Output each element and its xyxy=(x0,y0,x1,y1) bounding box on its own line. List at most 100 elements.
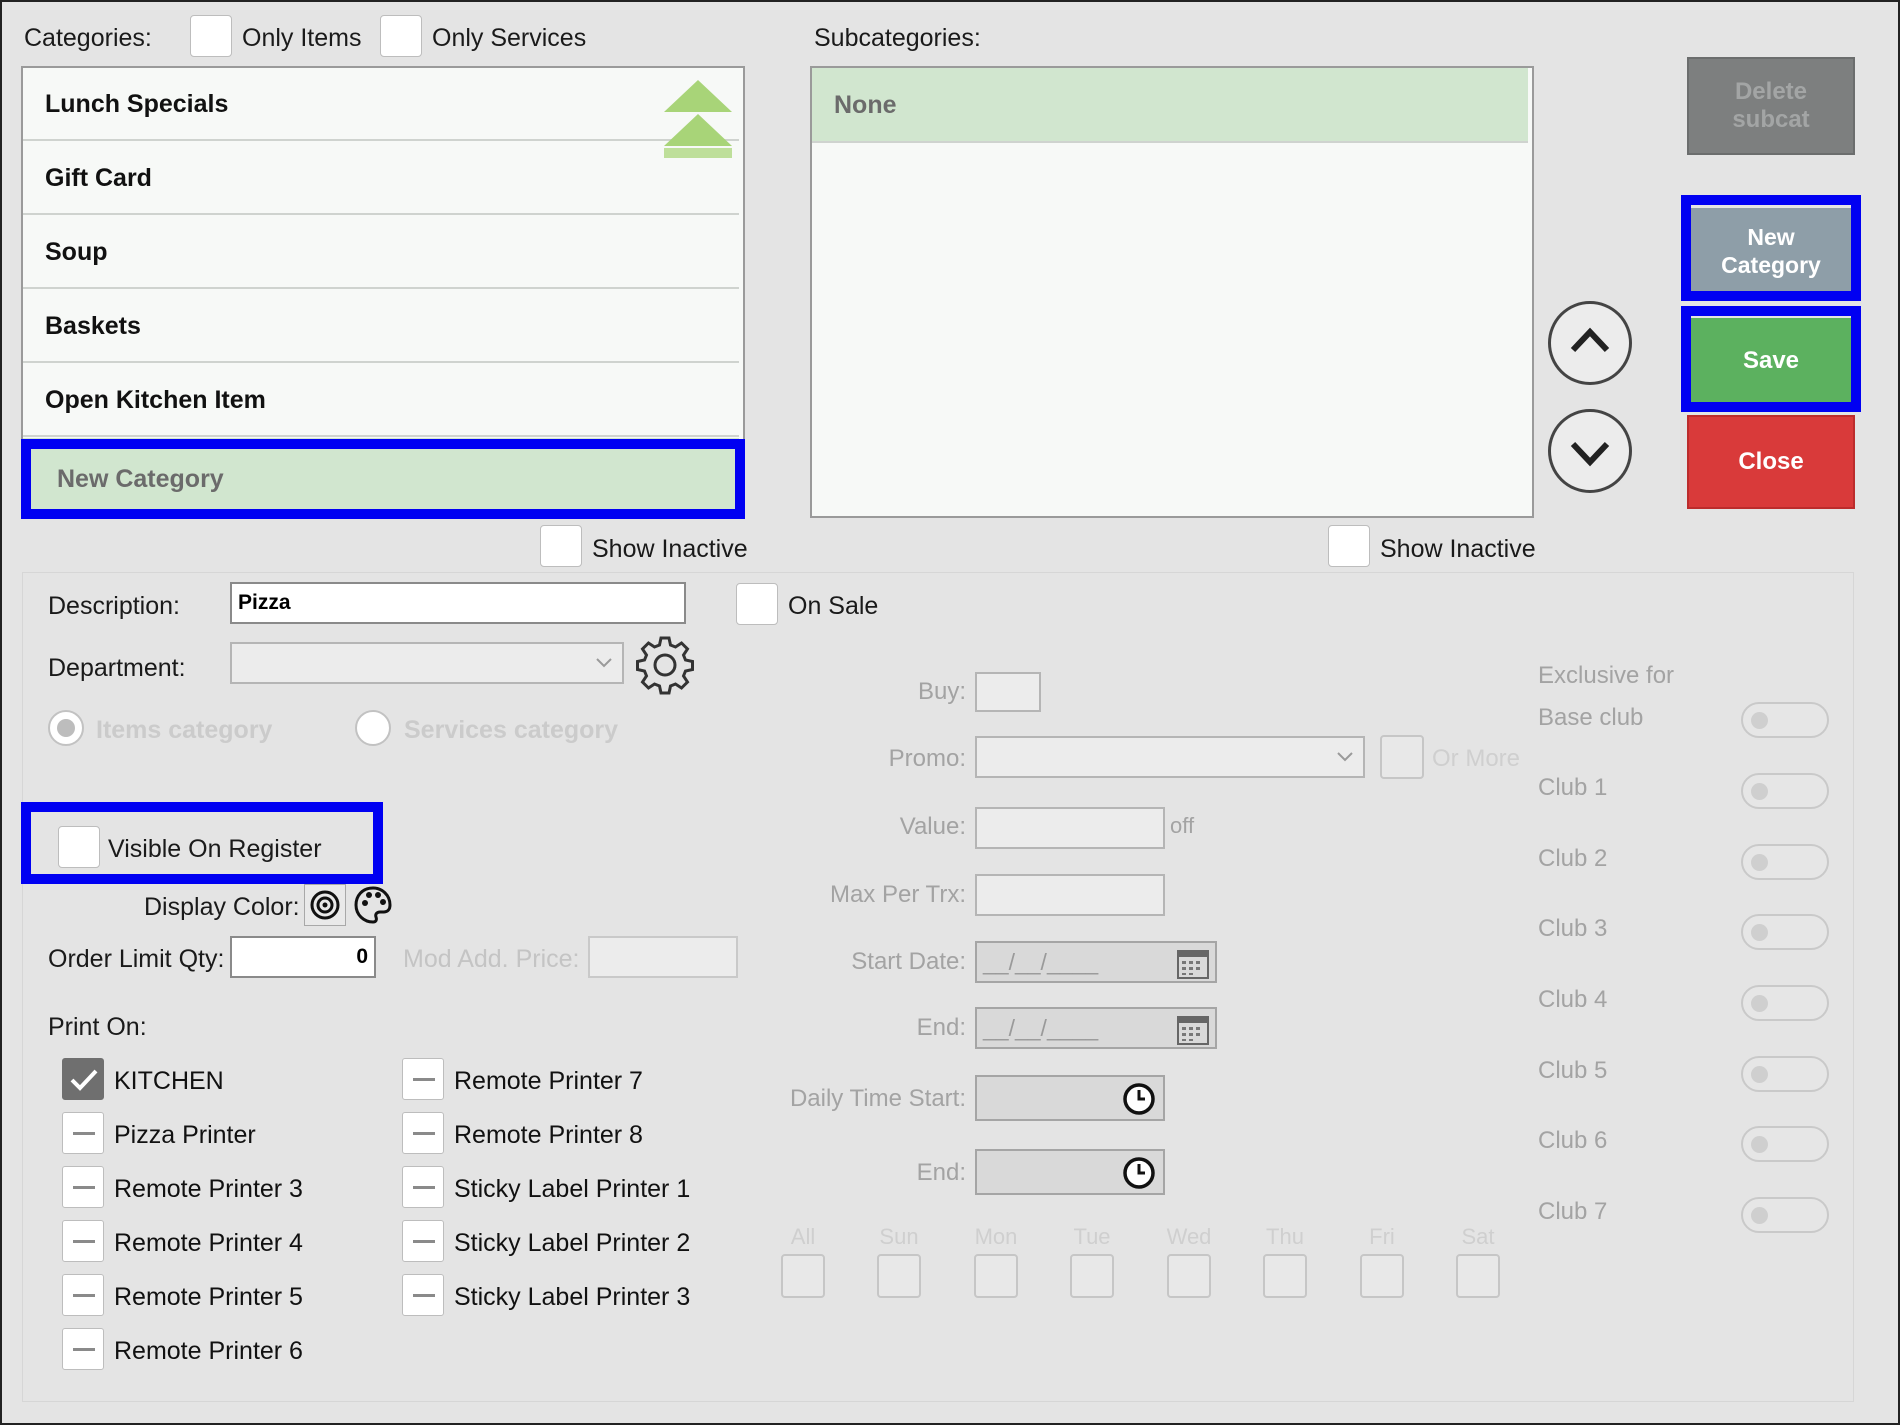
club-toggle-3[interactable] xyxy=(1741,914,1829,950)
club-toggle-base[interactable] xyxy=(1741,702,1829,738)
daily-time-start-label: Daily Time Start: xyxy=(789,1085,966,1112)
club-toggle-7[interactable] xyxy=(1741,1197,1829,1233)
delete-subcat-button[interactable]: Delete subcat xyxy=(1687,57,1855,155)
day-checkbox-tue[interactable] xyxy=(1070,1254,1114,1298)
calendar-icon[interactable] xyxy=(1175,1011,1211,1047)
printer-label: Remote Printer 8 xyxy=(454,1121,643,1149)
club-label-2: Club 2 xyxy=(1538,845,1608,872)
items-category-radio[interactable] xyxy=(46,708,86,748)
show-inactive-subcategories-checkbox[interactable] xyxy=(1328,525,1370,567)
scroll-up-double-arrow-icon[interactable] xyxy=(662,78,734,168)
only-services-label: Only Services xyxy=(432,24,587,52)
club-toggle-2[interactable] xyxy=(1741,844,1829,880)
show-inactive-categories-checkbox[interactable] xyxy=(540,525,582,567)
display-color-label: Display Color: xyxy=(144,893,300,921)
start-date-input[interactable]: __/__/____ xyxy=(975,941,1217,983)
day-label-thu: Thu xyxy=(1266,1224,1304,1249)
daily-time-start-input[interactable] xyxy=(975,1075,1165,1121)
items-category-label: Items category xyxy=(96,716,273,744)
promo-select[interactable] xyxy=(975,736,1365,778)
day-checkbox-sun[interactable] xyxy=(877,1254,921,1298)
chevron-down-icon xyxy=(596,658,612,668)
day-checkbox-mon[interactable] xyxy=(974,1254,1018,1298)
move-up-button[interactable] xyxy=(1548,301,1632,385)
description-label: Description: xyxy=(48,592,180,620)
printer-remote-7-checkbox[interactable] xyxy=(402,1058,444,1100)
day-label-sat: Sat xyxy=(1461,1224,1495,1249)
category-row-baskets[interactable]: Baskets xyxy=(23,290,739,363)
category-label: Soup xyxy=(45,238,108,266)
services-category-label: Services category xyxy=(404,716,619,744)
printer-remote-4-checkbox[interactable] xyxy=(62,1220,104,1262)
promo-label: Promo: xyxy=(888,745,966,772)
printer-label: Remote Printer 7 xyxy=(454,1067,643,1095)
buy-input[interactable] xyxy=(975,672,1041,712)
day-label-fri: Fri xyxy=(1369,1224,1395,1249)
printer-sticky-1-checkbox[interactable] xyxy=(402,1166,444,1208)
clock-icon[interactable] xyxy=(1121,1155,1157,1191)
new-category-row-highlight xyxy=(21,439,745,519)
printer-pizza-checkbox[interactable] xyxy=(62,1112,104,1154)
printer-label: Remote Printer 6 xyxy=(114,1337,303,1365)
only-services-checkbox[interactable] xyxy=(380,15,422,57)
order-limit-input[interactable]: 0 xyxy=(230,936,376,978)
day-checkbox-wed[interactable] xyxy=(1167,1254,1211,1298)
new-category-button-highlight xyxy=(1681,195,1861,301)
max-per-trx-label: Max Per Trx: xyxy=(829,881,966,908)
printer-remote-3-checkbox[interactable] xyxy=(62,1166,104,1208)
services-category-radio[interactable] xyxy=(353,708,393,748)
day-label-mon: Mon xyxy=(974,1224,1018,1249)
club-toggle-4[interactable] xyxy=(1741,985,1829,1021)
category-editor-window: Categories: Only Items Only Services Sub… xyxy=(0,0,1900,1425)
categories-label: Categories: xyxy=(24,24,152,52)
day-label-all: All xyxy=(790,1224,816,1249)
category-row-lunch-specials[interactable]: Lunch Specials xyxy=(23,68,739,141)
subcategory-row-none[interactable]: None xyxy=(812,68,1528,143)
day-checkbox-all[interactable] xyxy=(781,1254,825,1298)
daily-time-end-label: End: xyxy=(916,1159,966,1186)
club-toggle-5[interactable] xyxy=(1741,1056,1829,1092)
on-sale-checkbox[interactable] xyxy=(736,583,778,625)
end-date-input[interactable]: __/__/____ xyxy=(975,1007,1217,1049)
or-more-label: Or More xyxy=(1432,745,1521,772)
or-more-checkbox[interactable] xyxy=(1380,735,1424,779)
palette-icon[interactable] xyxy=(352,884,394,926)
category-row-soup[interactable]: Soup xyxy=(23,216,739,289)
printer-kitchen-checkbox[interactable] xyxy=(62,1058,104,1100)
chevron-up-icon xyxy=(1570,327,1610,353)
category-row-open-kitchen-item[interactable]: Open Kitchen Item xyxy=(23,364,739,437)
start-date-placeholder: __/__/____ xyxy=(983,949,1099,975)
save-button-highlight xyxy=(1681,306,1861,412)
calendar-icon[interactable] xyxy=(1175,945,1211,981)
description-input[interactable]: Pizza xyxy=(230,582,686,624)
day-checkbox-thu[interactable] xyxy=(1263,1254,1307,1298)
close-button[interactable]: Close xyxy=(1687,415,1855,509)
clock-icon[interactable] xyxy=(1121,1081,1157,1117)
max-per-trx-input[interactable] xyxy=(975,874,1165,916)
exclusive-for-label: Exclusive for xyxy=(1538,662,1675,689)
printer-remote-8-checkbox[interactable] xyxy=(402,1112,444,1154)
move-down-button[interactable] xyxy=(1548,409,1632,493)
show-inactive-categories-label: Show Inactive xyxy=(592,535,748,563)
club-toggle-1[interactable] xyxy=(1741,773,1829,809)
daily-time-end-input[interactable] xyxy=(975,1149,1165,1195)
printer-sticky-2-checkbox[interactable] xyxy=(402,1220,444,1262)
category-row-gift-card[interactable]: Gift Card xyxy=(23,142,739,215)
subcategory-label: None xyxy=(834,91,897,119)
gear-icon[interactable] xyxy=(634,634,696,696)
department-select[interactable] xyxy=(230,642,624,684)
printer-remote-5-checkbox[interactable] xyxy=(62,1274,104,1316)
only-items-checkbox[interactable] xyxy=(190,15,232,57)
printer-remote-6-checkbox[interactable] xyxy=(62,1328,104,1370)
club-label-7: Club 7 xyxy=(1538,1198,1608,1225)
category-label: Baskets xyxy=(45,312,141,340)
category-label: Lunch Specials xyxy=(45,90,229,118)
club-toggle-6[interactable] xyxy=(1741,1126,1829,1162)
display-color-swatch-button[interactable] xyxy=(304,884,346,926)
value-input[interactable] xyxy=(975,807,1165,849)
printer-sticky-3-checkbox[interactable] xyxy=(402,1274,444,1316)
day-checkbox-sat[interactable] xyxy=(1456,1254,1500,1298)
printer-label: Remote Printer 3 xyxy=(114,1175,303,1203)
day-checkbox-fri[interactable] xyxy=(1360,1254,1404,1298)
mod-add-price-input[interactable] xyxy=(588,936,738,978)
